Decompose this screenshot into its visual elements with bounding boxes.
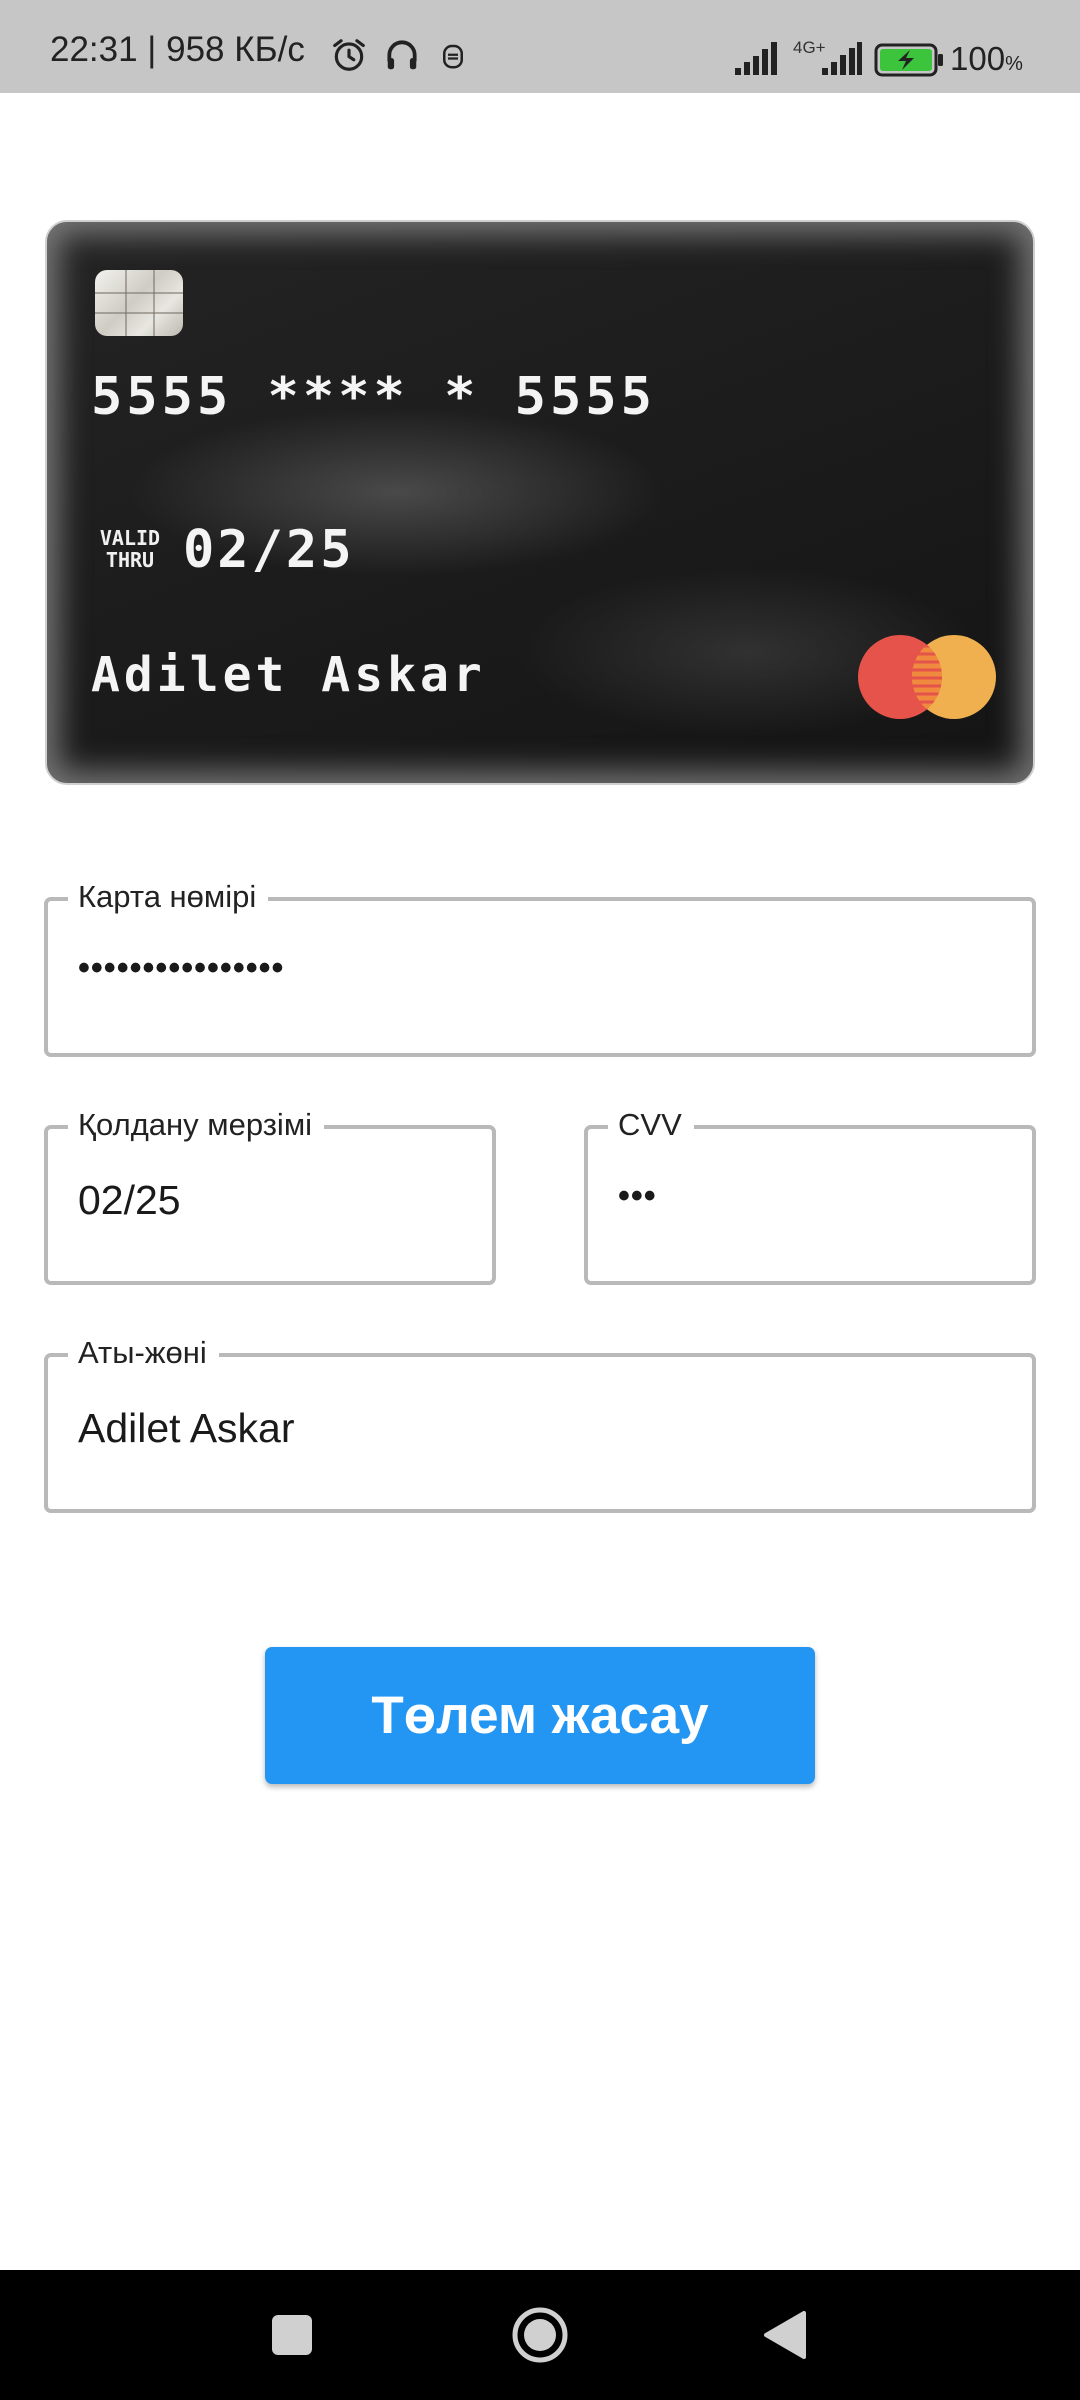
- credit-card-preview: 5555 **** * 5555 VALID THRU 02/25 Adilet…: [45, 220, 1035, 785]
- signal-icon: [735, 42, 777, 75]
- card-number-input[interactable]: ••••••••••••••••: [78, 949, 284, 988]
- valid-thru-line-2: THRU: [105, 548, 155, 572]
- status-bar: 22:31 | 958 КБ/с 4G+ 100%: [0, 0, 1080, 93]
- card-number-display: 5555 **** * 5555: [91, 367, 656, 427]
- recents-button[interactable]: [232, 2270, 352, 2400]
- home-icon: [512, 2307, 568, 2363]
- card-holder-display: Adilet Askar: [91, 647, 486, 703]
- cardholder-name-field[interactable]: Аты-жөні Adilet Askar: [44, 1335, 1036, 1513]
- expiry-field[interactable]: Қолдану мерзімі 02/25: [44, 1107, 496, 1285]
- battery-charging-icon: [874, 43, 943, 77]
- back-button[interactable]: [725, 2270, 845, 2400]
- valid-thru-label: VALID THRU: [91, 527, 169, 571]
- cvv-input[interactable]: •••: [618, 1177, 657, 1216]
- cvv-field[interactable]: CVV •••: [584, 1107, 1036, 1285]
- card-number-field[interactable]: Карта нөмірі ••••••••••••••••: [44, 879, 1036, 1057]
- home-button[interactable]: [480, 2270, 600, 2400]
- signal-4g-icon: [822, 42, 862, 75]
- battery-unit: %: [1005, 53, 1023, 75]
- expiry-label: Қолдану мерзімі: [68, 1107, 325, 1143]
- card-expiry-display: 02/25: [183, 520, 355, 580]
- notification-icon: [443, 44, 463, 69]
- cardholder-name-label: Аты-жөні: [68, 1335, 219, 1371]
- card-number-label: Карта нөмірі: [68, 879, 269, 915]
- payment-screen: 22:31 | 958 КБ/с 4G+ 100% 5555 **** * 55…: [0, 0, 1080, 2400]
- back-icon: [764, 2311, 806, 2359]
- headphones-icon: [387, 40, 417, 70]
- battery-percent: 100%: [950, 40, 1023, 77]
- status-time: 22:31 | 958 КБ/с: [50, 30, 305, 69]
- cardholder-name-input[interactable]: Adilet Askar: [78, 1405, 295, 1452]
- card-chip-icon: [95, 270, 183, 336]
- recents-icon: [272, 2315, 312, 2355]
- mastercard-logo: [858, 635, 996, 719]
- expiry-input[interactable]: 02/25: [78, 1177, 181, 1224]
- pay-button[interactable]: Төлем жасау: [265, 1647, 815, 1784]
- alarm-icon: [333, 39, 365, 71]
- cvv-label: CVV: [608, 1107, 694, 1143]
- valid-thru-line-1: VALID: [99, 526, 161, 550]
- navigation-bar: [0, 2270, 1080, 2400]
